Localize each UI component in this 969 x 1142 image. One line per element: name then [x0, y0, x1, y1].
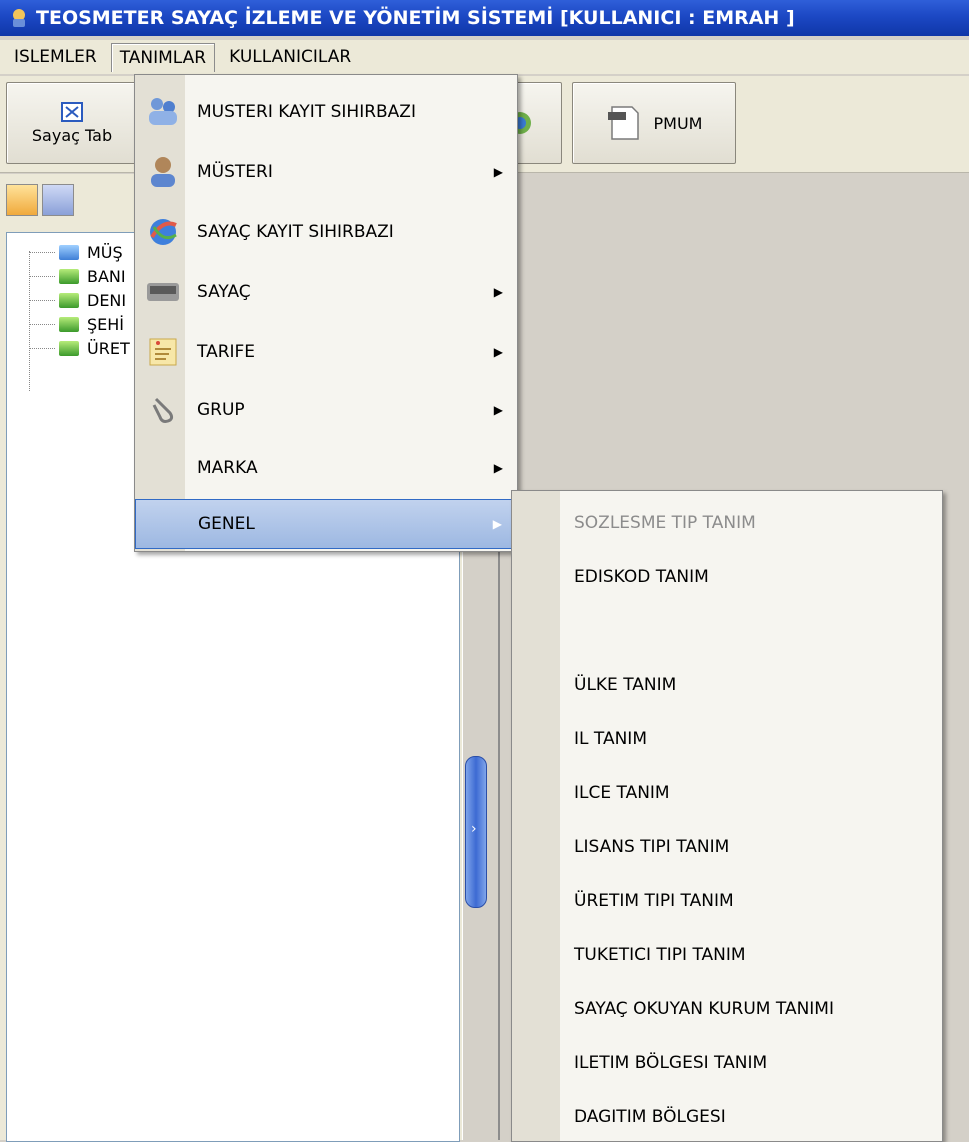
submenu-item-ilce-tanim[interactable]: ILCE TANIM	[574, 783, 670, 803]
menu-item-label: MUSTERI KAYIT SIHIRBAZI	[197, 102, 416, 122]
menu-item-grup[interactable]: GRUP ▶	[135, 381, 517, 439]
tree-node[interactable]: MÜŞ	[29, 241, 123, 263]
submenu-arrow-icon: ▶	[492, 517, 502, 531]
submenu-arrow-icon: ▶	[493, 165, 503, 179]
splitter-grip[interactable]: ›	[465, 756, 487, 908]
menu-item-label: TARIFE	[197, 342, 256, 362]
menu-item-label: GENEL	[198, 514, 255, 534]
sayac-tablo-button[interactable]: Sayaç Tab	[6, 82, 138, 164]
submenu-gutter	[512, 491, 560, 1141]
pmum-button[interactable]: PMUM	[572, 82, 736, 164]
tree-node-label: MÜŞ	[87, 242, 123, 262]
tree-node[interactable]: DENI	[29, 289, 126, 311]
menu-item-label: MARKA	[197, 458, 258, 478]
menu-item-marka[interactable]: MARKA ▶	[135, 439, 517, 497]
submenu-arrow-icon: ▶	[493, 403, 503, 417]
table-icon	[61, 101, 83, 122]
genel-submenu: SOZLESME TIP TANIM EDISKOD TANIM ÜLKE TA…	[511, 490, 943, 1142]
tree-node[interactable]: BANI	[29, 265, 126, 287]
tree-node-label: ŞEHİ	[87, 314, 125, 334]
submenu-arrow-icon: ▶	[493, 345, 503, 359]
pmum-label: PMUM	[653, 113, 703, 133]
tools-icon[interactable]	[6, 184, 38, 216]
tree-node[interactable]: ŞEHİ	[29, 313, 124, 335]
submenu-arrow-icon: ▶	[493, 285, 503, 299]
menu-item-label: SAYAÇ KAYIT SIHIRBAZI	[197, 222, 394, 242]
submenu-arrow-icon: ▶	[493, 461, 503, 475]
menu-item-tarife[interactable]: TARIFE ▶	[135, 323, 517, 381]
submenu-item-uretim-tipi-tanim[interactable]: ÜRETIM TIPI TANIM	[574, 891, 734, 911]
menu-item-label: SAYAÇ	[197, 282, 251, 302]
submenu-item-il-tanim[interactable]: IL TANIM	[574, 729, 647, 749]
menu-item-sayac-kayit-sihirbazi[interactable]: SAYAÇ KAYIT SIHIRBAZI	[135, 203, 517, 261]
note-icon	[145, 334, 181, 370]
menu-bar: ISLEMLER TANIMLAR KULLANICILAR	[0, 40, 969, 74]
submenu-item-ulke-tanim[interactable]: ÜLKE TANIM	[574, 675, 676, 695]
menu-tanimlar[interactable]: TANIMLAR	[110, 42, 216, 72]
submenu-item-lisans-tipi-tanim[interactable]: LISANS TIPI TANIM	[574, 837, 729, 857]
submenu-item-ediskod-tanim[interactable]: EDISKOD TANIM	[574, 567, 709, 587]
paperclip-icon	[145, 392, 181, 428]
document-icon	[607, 106, 639, 140]
folder-icon	[59, 244, 79, 260]
menu-islemler[interactable]: ISLEMLER	[6, 43, 105, 71]
menu-item-musteri[interactable]: MÜSTERI ▶	[135, 143, 517, 201]
users-icon	[145, 94, 181, 130]
menu-kullanicilar[interactable]: KULLANICILAR	[221, 43, 359, 71]
menu-item-label: MÜSTERI	[197, 162, 273, 182]
title-bar: TEOSMETER SAYAÇ İZLEME VE YÖNETİM SİSTEM…	[0, 0, 969, 36]
sayac-tablo-label: Sayaç Tab	[31, 125, 113, 145]
app-icon	[13, 9, 25, 27]
settings-icon[interactable]	[42, 184, 74, 216]
submenu-item-tuketici-tipi-tanim[interactable]: TUKETICI TIPI TANIM	[574, 945, 746, 965]
submenu-item-sozlesme-tip-tanim: SOZLESME TIP TANIM	[574, 513, 756, 533]
submenu-item-iletim-bolgesi-tanim[interactable]: ILETIM BÖLGESI TANIM	[574, 1053, 767, 1073]
chevron-right-icon: ›	[471, 821, 477, 837]
menu-item-musteri-kayit-sihirbazi[interactable]: MUSTERI KAYIT SIHIRBAZI	[135, 83, 517, 141]
folder-icon	[59, 316, 79, 332]
folder-icon	[59, 340, 79, 356]
menu-item-sayac[interactable]: SAYAÇ ▶	[135, 263, 517, 321]
person-icon	[145, 154, 181, 190]
folder-icon	[59, 268, 79, 284]
menu-item-label: GRUP	[197, 400, 245, 420]
tanimlar-dropdown: MUSTERI KAYIT SIHIRBAZI MÜSTERI ▶ SAYAÇ …	[134, 74, 518, 552]
tree-node[interactable]: ÜRET	[29, 337, 130, 359]
tree-node-label: BANI	[87, 266, 126, 286]
window-title: TEOSMETER SAYAÇ İZLEME VE YÖNETİM SİSTEM…	[36, 7, 795, 29]
globe-icon	[145, 214, 181, 250]
meter-icon	[145, 274, 181, 310]
submenu-item-dagitim-bolgesi[interactable]: DAGITIM BÖLGESI	[574, 1107, 726, 1127]
tree-node-label: DENI	[87, 290, 127, 310]
tree-node-label: ÜRET	[87, 338, 130, 358]
menu-item-genel[interactable]: GENEL ▶	[135, 499, 517, 549]
folder-icon	[59, 292, 79, 308]
submenu-item-sayac-okuyan-kurum-tanimi[interactable]: SAYAÇ OKUYAN KURUM TANIMI	[574, 999, 834, 1019]
